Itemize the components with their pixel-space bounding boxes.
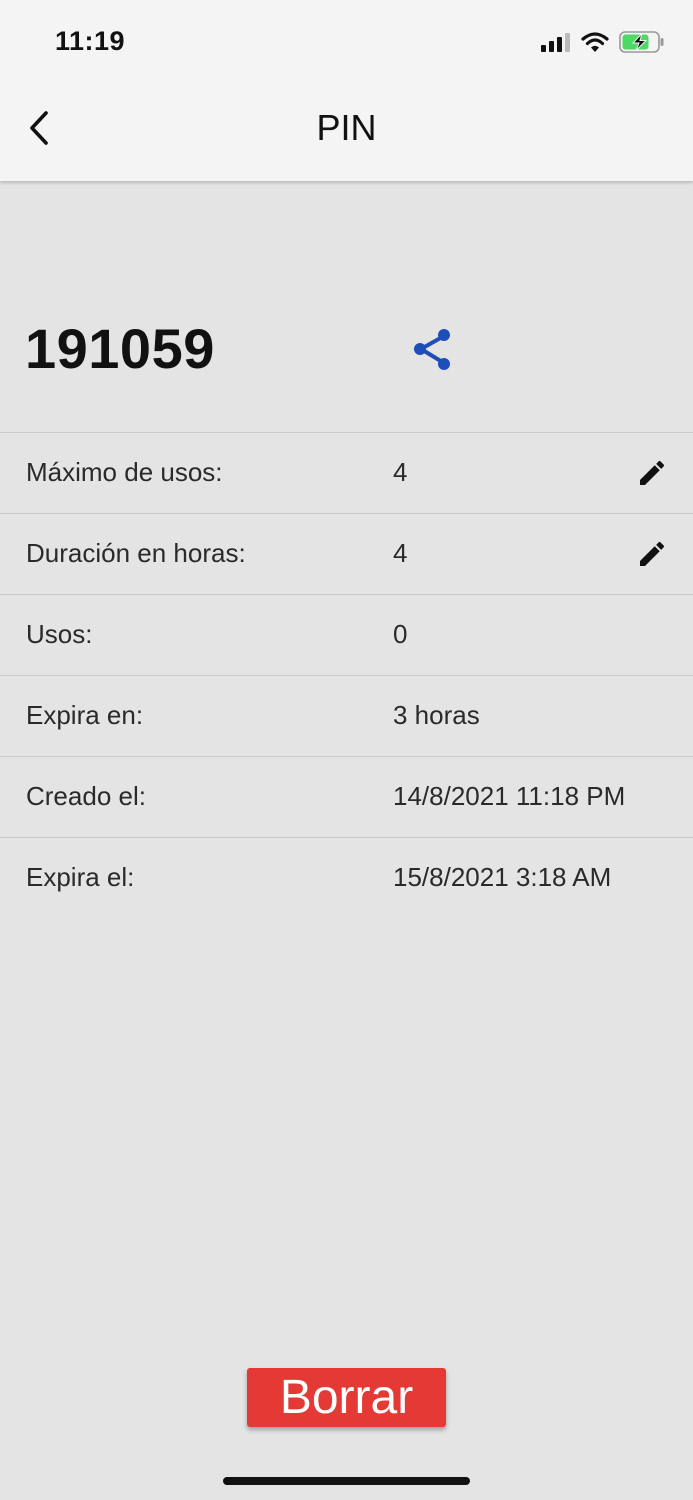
edit-duration-button[interactable]: [636, 538, 668, 570]
status-bar: 11:19: [0, 0, 693, 80]
pin-details-list: Máximo de usos: 4 Duración en horas: 4 U…: [0, 432, 693, 918]
battery-charging-icon: [619, 31, 664, 53]
detail-row-duration: Duración en horas: 4: [0, 513, 693, 594]
page-title: PIN: [316, 107, 377, 148]
wifi-icon: [581, 32, 609, 52]
delete-button[interactable]: Borrar: [247, 1368, 446, 1427]
uses-label: Usos:: [26, 619, 93, 649]
pin-code: 191059: [25, 317, 215, 380]
expires-at-label: Expira el:: [26, 862, 135, 892]
detail-row-created: Creado el: 14/8/2021 11:18 PM: [0, 756, 693, 837]
expires-at-value: 15/8/2021 3:18 AM: [393, 862, 612, 892]
status-icons: [541, 30, 665, 54]
cellular-signal-icon: [541, 33, 570, 52]
status-time: 11:19: [55, 26, 126, 56]
detail-row-uses: Usos: 0: [0, 594, 693, 675]
expires-in-value: 3 horas: [393, 700, 480, 730]
duration-value: 4: [393, 538, 408, 568]
nav-bar: PIN: [0, 80, 693, 181]
edit-max-uses-button[interactable]: [636, 457, 668, 489]
home-indicator: [223, 1477, 470, 1485]
created-value: 14/8/2021 11:18 PM: [393, 781, 626, 811]
detail-row-expires-in: Expira en: 3 horas: [0, 675, 693, 756]
duration-label: Duración en horas:: [26, 538, 246, 568]
expires-in-label: Expira en:: [26, 700, 144, 730]
max-uses-label: Máximo de usos:: [26, 457, 223, 487]
max-uses-value: 4: [393, 457, 408, 487]
uses-value: 0: [393, 619, 408, 649]
pencil-icon: [640, 541, 665, 566]
pin-header: 191059: [0, 181, 693, 433]
pencil-icon: [640, 460, 665, 485]
share-icon: [414, 329, 450, 370]
created-label: Creado el:: [26, 781, 146, 811]
share-button[interactable]: [410, 327, 456, 373]
detail-row-expires-at: Expira el: 15/8/2021 3:18 AM: [0, 837, 693, 918]
detail-row-max-uses: Máximo de usos: 4: [0, 432, 693, 513]
